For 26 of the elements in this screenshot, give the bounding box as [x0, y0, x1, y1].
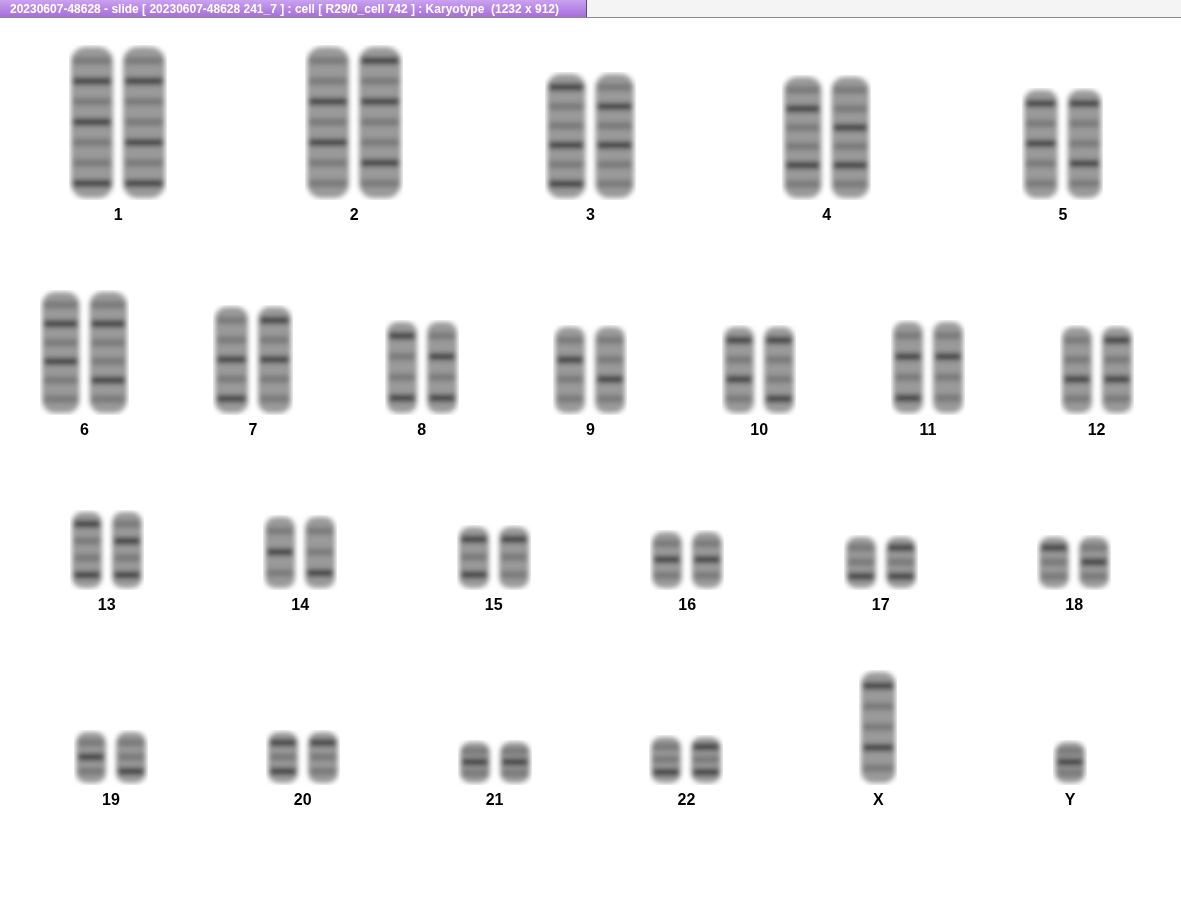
chromosome-label: 6: [79, 421, 89, 439]
chromosome-label: 21: [485, 791, 504, 809]
chromosome-label: 16: [678, 596, 697, 614]
chromosome-label: 13: [97, 596, 116, 614]
chromosome-label: 15: [484, 596, 503, 614]
chromosome-label: 4: [822, 206, 832, 224]
chromosome-label: 9: [586, 421, 595, 439]
chromosome-label: 19: [102, 791, 120, 809]
chromosome-label: 14: [291, 596, 310, 614]
chromosome-label: 17: [871, 596, 890, 614]
chromosome-label: 10: [750, 421, 769, 439]
chromosome-label: 1: [113, 206, 123, 224]
window-title: 20230607-48628 - slide [ 20230607-48628 241_7 ] : cell [ R29/0_cell 742 ] : Karyotype (1232 x 912): [0, 0, 587, 17]
chromosome-label: 2: [349, 206, 359, 224]
chromosome-label: 3: [586, 206, 595, 224]
chromosome-label: Y: [1064, 791, 1076, 809]
chromosome-label: 22: [677, 791, 696, 809]
chromosome-label: 20: [293, 791, 312, 809]
chromosome-label: 8: [417, 421, 427, 439]
chromosome-label: X: [872, 791, 884, 809]
chromosome-label: 11: [919, 421, 937, 439]
chromosome-drawing: [1053, 740, 1088, 785]
chromosome-label: 12: [1087, 421, 1106, 439]
chromosome-label: 7: [248, 421, 258, 439]
chromosome-label: 5: [1058, 206, 1068, 224]
chromosome-label: 18: [1065, 596, 1084, 614]
